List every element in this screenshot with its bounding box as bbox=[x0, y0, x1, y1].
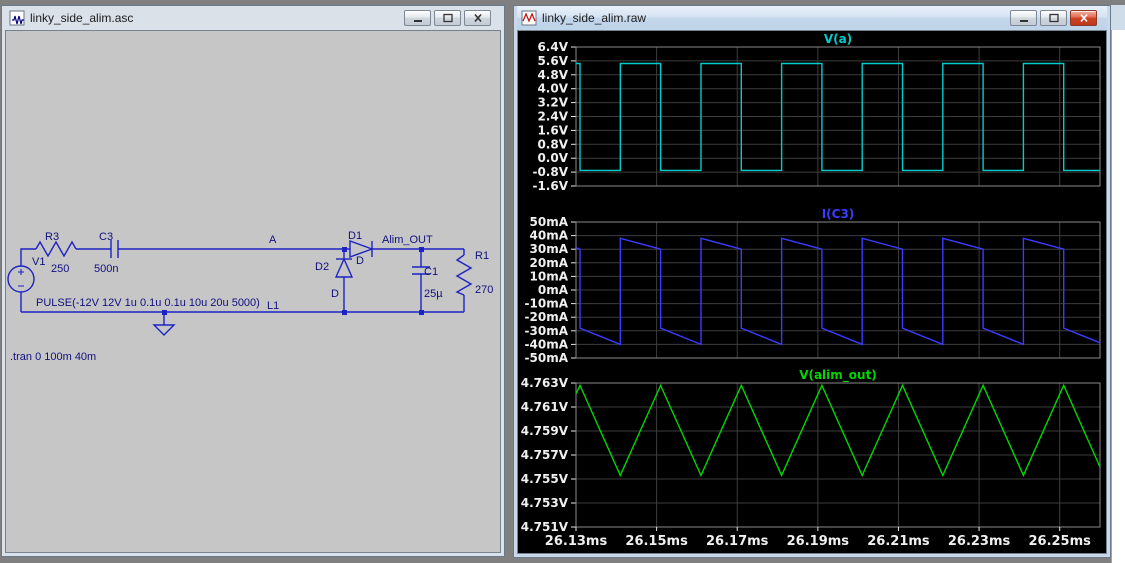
waveform-window: linky_side_alim.raw 6.4V 5.6V 4.8V 4.0V 3.2V… bbox=[513, 5, 1111, 558]
net-label-a[interactable]: A bbox=[269, 234, 277, 246]
waveform-window-title: linky_side_alim.raw bbox=[542, 11, 647, 25]
d2-name-label[interactable]: D2 bbox=[315, 261, 329, 273]
y-axis-tick-label: -10mA bbox=[525, 297, 569, 311]
d1-name-label[interactable]: D1 bbox=[348, 230, 362, 242]
minimize-button[interactable] bbox=[404, 10, 431, 26]
waveform-window-controls bbox=[1010, 10, 1105, 26]
x-axis-tick-label: 26.19ms bbox=[787, 534, 850, 549]
plus-minus-marks bbox=[18, 269, 24, 287]
l1-name-label[interactable]: L1 bbox=[267, 300, 279, 312]
net-label-alim-out[interactable]: Alim_OUT bbox=[382, 234, 433, 246]
x-axis-tick-label: 26.17ms bbox=[706, 534, 769, 549]
y-axis-tick-label: -30mA bbox=[525, 324, 569, 338]
schematic-doc-icon bbox=[9, 10, 25, 26]
d1-value-label[interactable]: D bbox=[356, 255, 364, 267]
resistor-r3[interactable] bbox=[35, 240, 77, 258]
mdi-scroll-strip bbox=[1111, 30, 1125, 563]
tran-directive-label[interactable]: .tran 0 100m 40m bbox=[10, 351, 96, 363]
c3-name-label[interactable]: C3 bbox=[99, 231, 113, 243]
d2-value-label[interactable]: D bbox=[331, 288, 339, 300]
schematic-titlebar[interactable]: linky_side_alim.asc bbox=[5, 6, 501, 30]
y-axis-tick-label: 4.759V bbox=[521, 424, 569, 438]
r1-name-label[interactable]: R1 bbox=[475, 250, 489, 262]
minimize-button[interactable] bbox=[1010, 10, 1037, 26]
y-axis-tick-label: 1.6V bbox=[537, 123, 568, 137]
schematic-drawing: R3 250 V1 C3 500n A D1 D D2 D Alim_OUT C… bbox=[7, 230, 493, 363]
y-axis-tick-label: -40mA bbox=[525, 337, 569, 351]
diode-d2[interactable] bbox=[334, 257, 354, 278]
y-axis-tick-label: 30mA bbox=[530, 242, 569, 256]
trace-I(C3) bbox=[575, 237, 1101, 346]
pane-title: I(C3) bbox=[822, 207, 855, 221]
y-axis-tick-label: 20mA bbox=[530, 256, 569, 270]
x-axis-tick-label: 26.15ms bbox=[625, 534, 688, 549]
y-axis-tick-label: 4.757V bbox=[521, 448, 569, 462]
r3-value-label[interactable]: 250 bbox=[51, 263, 69, 275]
pane-title: V(a) bbox=[824, 32, 852, 46]
v1-name-label[interactable]: V1 bbox=[32, 256, 45, 268]
schematic-window-title: linky_side_alim.asc bbox=[30, 11, 134, 25]
r1-value-label[interactable]: 270 bbox=[475, 284, 493, 296]
schematic-editor-canvas[interactable]: R3 250 V1 C3 500n A D1 D D2 D Alim_OUT C… bbox=[5, 30, 501, 553]
x-axis-tick-label: 26.25ms bbox=[1028, 534, 1091, 549]
c1-name-label[interactable]: C1 bbox=[424, 266, 438, 278]
ground-symbol[interactable] bbox=[152, 324, 176, 336]
y-axis-tick-label: 4.8V bbox=[537, 68, 568, 82]
c3-value-label[interactable]: 500n bbox=[94, 263, 118, 275]
y-axis-tick-label: -1.6V bbox=[532, 179, 568, 193]
pane-title: V(alim_out) bbox=[799, 368, 877, 383]
trace-V(alim_out) bbox=[575, 383, 1101, 478]
y-axis-tick-label: -20mA bbox=[525, 310, 569, 324]
y-axis-tick-label: 0mA bbox=[538, 283, 569, 297]
y-axis-tick-label: -0.8V bbox=[532, 165, 568, 179]
y-axis-tick-label: 10mA bbox=[530, 269, 569, 283]
y-axis-tick-label: 5.6V bbox=[537, 54, 568, 68]
close-button[interactable] bbox=[1070, 10, 1097, 26]
schematic-window: linky_side_alim.asc R3 250 V1 C3 500n A … bbox=[1, 5, 505, 557]
y-axis-tick-label: 50mA bbox=[530, 215, 569, 229]
waveform-doc-icon bbox=[521, 10, 537, 26]
voltage-source-v1[interactable] bbox=[7, 265, 35, 293]
y-axis-tick-label: 4.751V bbox=[521, 520, 569, 534]
r3-name-label[interactable]: R3 bbox=[45, 231, 59, 243]
waveform-viewer[interactable]: 6.4V 5.6V 4.8V 4.0V 3.2V 2.4V 1.6V 0.8V 0.0V -0.8… bbox=[517, 30, 1107, 554]
y-axis-tick-label: 4.761V bbox=[521, 400, 569, 414]
y-axis-tick-label: 3.2V bbox=[537, 96, 568, 110]
resistor-r1[interactable] bbox=[455, 254, 473, 296]
y-axis-tick-label: 2.4V bbox=[537, 110, 568, 124]
y-axis-tick-label: 4.753V bbox=[521, 496, 569, 510]
y-axis-tick-label: 40mA bbox=[530, 229, 569, 243]
pulse-spec-label[interactable]: PULSE(-12V 12V 1u 0.1u 0.1u 10u 20u 5000… bbox=[36, 297, 260, 309]
y-axis-tick-label: 6.4V bbox=[537, 40, 568, 54]
mdi-edge-top bbox=[1111, 5, 1125, 30]
y-axis-tick-label: 4.755V bbox=[521, 472, 569, 486]
wire-net bbox=[20, 248, 465, 325]
close-button[interactable] bbox=[464, 10, 491, 26]
y-axis-tick-label: 4.0V bbox=[537, 82, 568, 96]
x-axis-tick-label: 26.21ms bbox=[867, 534, 930, 549]
y-axis-tick-label: 0.8V bbox=[537, 137, 568, 151]
c1-value-label[interactable]: 25µ bbox=[424, 288, 443, 300]
y-axis-tick-label: 0.0V bbox=[537, 151, 568, 165]
y-axis-tick-label: -50mA bbox=[525, 351, 569, 365]
maximize-button[interactable] bbox=[434, 10, 461, 26]
x-axis-tick-label: 26.13ms bbox=[545, 534, 608, 549]
maximize-button[interactable] bbox=[1040, 10, 1067, 26]
waveform-titlebar[interactable]: linky_side_alim.raw bbox=[517, 6, 1107, 30]
x-axis-tick-label: 26.23ms bbox=[948, 534, 1011, 549]
y-axis-tick-label: 4.763V bbox=[521, 376, 569, 390]
waveform-plot: 6.4V5.6V4.8V4.0V3.2V2.4V1.6V0.8V0.0V-0.8… bbox=[521, 32, 1101, 549]
schematic-window-controls bbox=[404, 10, 499, 26]
